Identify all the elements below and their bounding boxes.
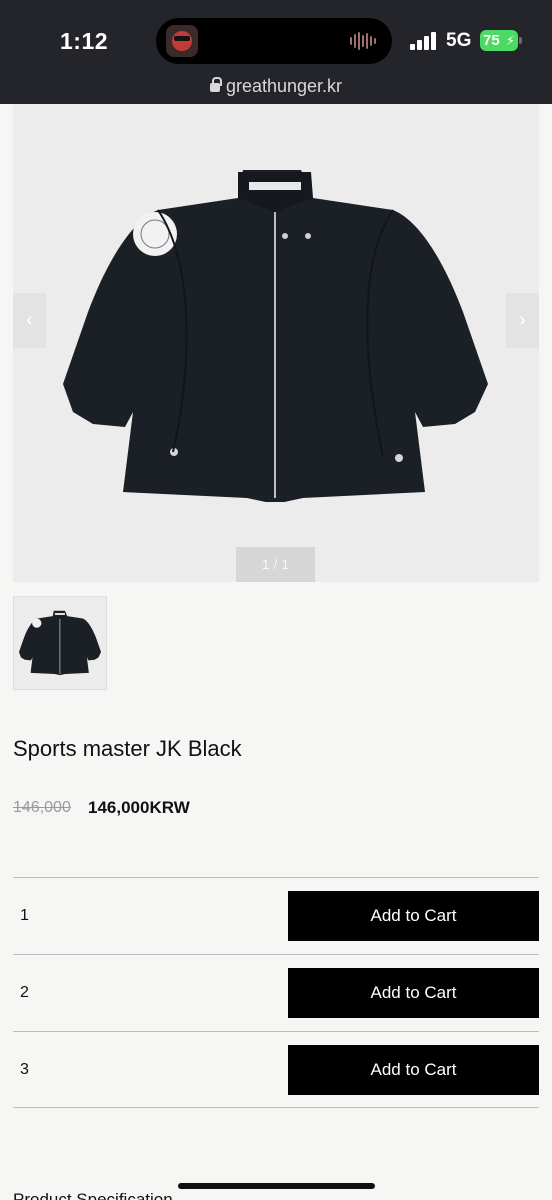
app-icon [166,25,198,57]
add-to-cart-button[interactable]: Add to Cart [288,891,539,941]
option-row: 3 Add to Cart [13,1031,539,1108]
prev-image-button[interactable]: ‹ [13,293,46,348]
jacket-thumbnail-image [19,610,101,676]
clock: 1:12 [60,28,109,54]
network-label: 5G [446,30,472,51]
status-bar: 1:12 5G 75 ⚡ greathunger.kr [0,0,552,104]
lock-icon [209,77,222,92]
chevron-right-icon: › [519,309,526,331]
next-image-button[interactable]: › [506,293,539,348]
product-image-gallery[interactable]: ‹ › 1 / 1 [13,104,539,582]
option-row: 1 Add to Cart [13,877,539,954]
monkey-face-icon [172,31,192,51]
address-bar[interactable]: greathunger.kr [0,76,552,97]
original-price: 146,000 [13,799,71,816]
product-specification-heading: Product Specification [13,1190,173,1200]
battery-level: 75 [483,32,500,49]
option-quantity: 2 [20,984,29,1001]
option-row: 2 Add to Cart [13,954,539,1031]
option-list: 1 Add to Cart 2 Add to Cart 3 Add to Car… [13,877,539,1108]
audio-wave-icon [350,31,378,51]
add-to-cart-button[interactable]: Add to Cart [288,1045,539,1095]
thumbnail[interactable] [13,596,107,690]
home-indicator[interactable] [178,1183,375,1189]
dynamic-island[interactable] [156,18,392,64]
image-counter: 1 / 1 [236,547,315,582]
product-title: Sports master JK Black [13,736,242,761]
chevron-left-icon: ‹ [26,309,33,331]
signal-icon [410,32,438,50]
url-text: greathunger.kr [225,76,343,96]
jacket-image [63,170,488,502]
option-quantity: 3 [20,1061,29,1078]
option-quantity: 1 [20,907,29,924]
battery-icon: 75 ⚡ [480,30,518,51]
sale-price: 146,000KRW [88,798,190,817]
add-to-cart-button[interactable]: Add to Cart [288,968,539,1018]
